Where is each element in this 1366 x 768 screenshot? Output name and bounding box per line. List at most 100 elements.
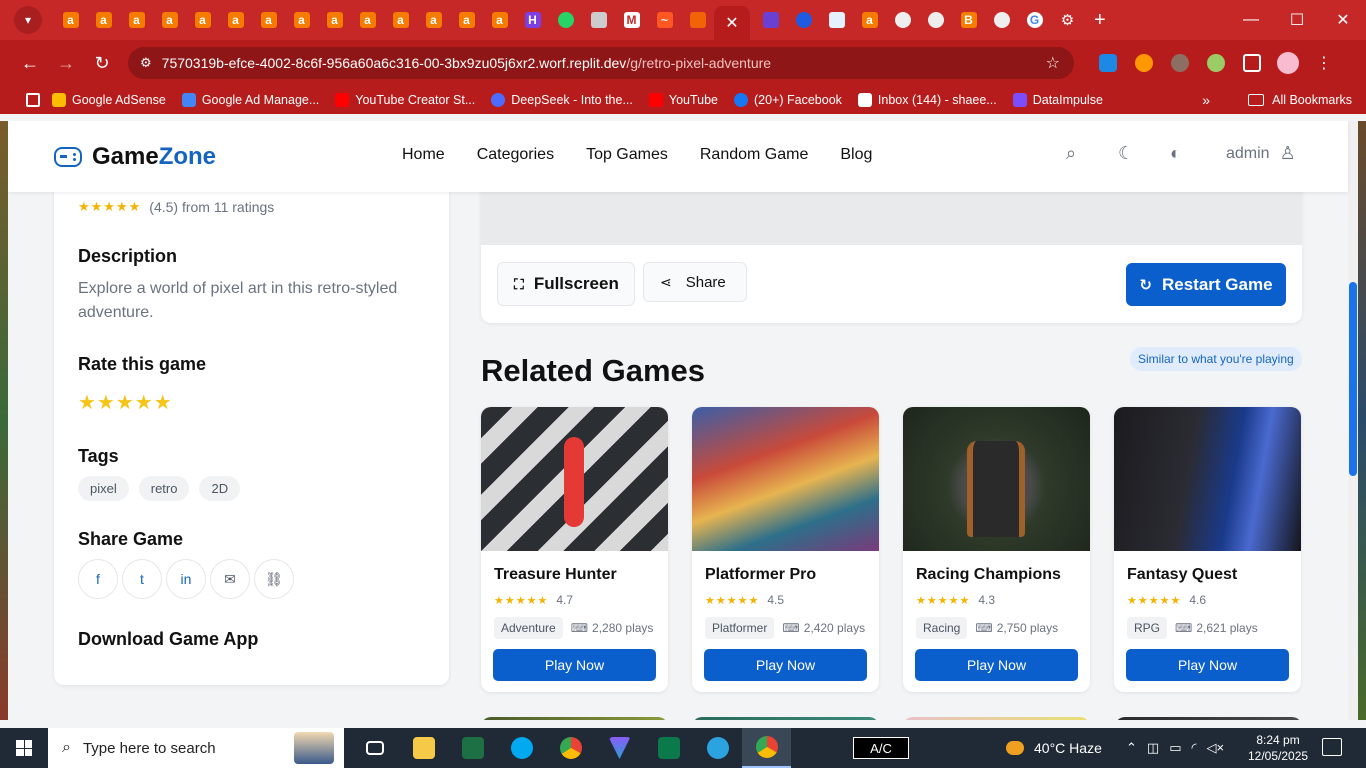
copy-link-icon[interactable]: ⛓ — [254, 559, 294, 599]
reload-icon[interactable]: ↻ — [84, 53, 120, 74]
tab-favicon-chrome[interactable] — [919, 0, 952, 40]
game-thumbnail[interactable] — [1114, 407, 1301, 551]
all-bookmarks[interactable]: All Bookmarks — [1248, 93, 1352, 107]
tab-search-button[interactable]: ▾ — [14, 6, 42, 34]
browser-menu-icon[interactable]: ⋮ — [1306, 53, 1342, 73]
site-logo[interactable]: Game Zone — [54, 143, 216, 171]
tab-favicon-a[interactable]: a — [384, 0, 417, 40]
start-windows-icon[interactable] — [0, 740, 48, 756]
more-bookmarks-icon[interactable]: » — [1202, 92, 1210, 108]
tag-chip[interactable]: 2D — [199, 476, 241, 501]
new-tab-icon[interactable]: + — [1094, 9, 1106, 32]
tab-favicon-settings[interactable]: ⚙ — [1051, 0, 1084, 40]
extension-icon[interactable] — [1198, 54, 1234, 72]
game-title[interactable]: Fantasy Quest — [1127, 566, 1237, 584]
meet-now-icon[interactable]: ◫ — [1147, 740, 1159, 756]
taskbar-clock[interactable]: 8:24 pm 12/05/2025 — [1248, 732, 1308, 764]
theme-palette-icon[interactable]: ◐ — [1170, 143, 1222, 164]
tab-favicon-car[interactable] — [820, 0, 853, 40]
url-text[interactable]: 7570319b-efce-4002-8c6f-956a60a6c316-00-… — [162, 55, 771, 71]
task-view-icon[interactable] — [350, 728, 399, 768]
chrome-icon[interactable] — [546, 728, 595, 768]
tag-chip[interactable]: retro — [138, 476, 190, 501]
game-title[interactable]: Treasure Hunter — [494, 566, 617, 584]
tab-favicon-a[interactable]: a — [450, 0, 483, 40]
forward-icon[interactable]: → — [48, 53, 84, 74]
tab-favicon-a[interactable]: a — [318, 0, 351, 40]
file-explorer-icon[interactable] — [399, 728, 448, 768]
tab-favicon-a[interactable]: a — [285, 0, 318, 40]
weather-widget[interactable]: 40°C Haze — [1006, 740, 1102, 756]
nav-top-games[interactable]: Top Games — [586, 146, 668, 164]
volume-muted-icon[interactable]: ◁× — [1207, 740, 1225, 756]
dark-mode-moon-icon[interactable]: ☾ — [1118, 143, 1170, 164]
tab-favicon-a[interactable]: a — [153, 0, 186, 40]
bookmark-item[interactable]: DataImpulse — [1012, 93, 1103, 107]
apps-grid-icon[interactable] — [26, 93, 40, 107]
tab-favicon-a[interactable]: a — [219, 0, 252, 40]
bookmark-item[interactable]: Google Ad Manage... — [181, 93, 319, 107]
tab-favicon-a[interactable]: a — [87, 0, 120, 40]
active-tab-close-icon[interactable]: ✕ — [714, 6, 750, 40]
wifi-icon[interactable]: ◜ — [1192, 740, 1197, 756]
bookmark-item[interactable]: (20+) Facebook — [734, 93, 842, 107]
facebook-icon[interactable]: f — [78, 559, 118, 599]
restart-game-button[interactable]: ↻ Restart Game — [1126, 263, 1286, 306]
bookmark-item[interactable]: DeepSeek - Into the... — [491, 93, 633, 107]
ac-indicator[interactable]: A/C — [853, 737, 909, 759]
tab-favicon-link[interactable] — [787, 0, 820, 40]
tab-favicon-chrome[interactable] — [985, 0, 1018, 40]
linkedin-icon[interactable]: in — [166, 559, 206, 599]
tab-favicon-game[interactable] — [754, 0, 787, 40]
game-card[interactable]: Racing Champions ★★★★★ 4.3 Racing ⌨ 2,750 p… — [903, 407, 1090, 692]
game-card[interactable]: Treasure Hunter ★★★★★ 4.7 Adventure ⌨ 2,280… — [481, 407, 668, 692]
tab-favicon-whatsapp[interactable] — [549, 0, 582, 40]
tab-favicon-a[interactable]: a — [186, 0, 219, 40]
game-card[interactable]: Platformer Pro ★★★★★ 4.5 Platformer ⌨ 2,420… — [692, 407, 879, 692]
game-title[interactable]: Racing Champions — [916, 566, 1061, 584]
profile-avatar[interactable] — [1270, 52, 1306, 74]
nav-home[interactable]: Home — [402, 146, 445, 164]
search-icon[interactable]: ⌕ — [1066, 143, 1118, 164]
nav-blog[interactable]: Blog — [840, 146, 872, 164]
scrollbar-thumb[interactable] — [1349, 282, 1357, 476]
extension-icon[interactable] — [1162, 54, 1198, 72]
tab-favicon-a[interactable]: a — [54, 0, 87, 40]
tag-chip[interactable]: pixel — [78, 476, 129, 501]
bookmark-item[interactable]: YouTube Creator St... — [335, 93, 475, 107]
play-now-button[interactable]: Play Now — [704, 649, 867, 681]
rate-stars-input[interactable]: ★★★★★ — [78, 390, 173, 415]
taskbar-search[interactable]: ⌕ Type here to search — [48, 728, 344, 768]
tab-favicon-chart[interactable]: ~ — [648, 0, 681, 40]
tab-favicon-a[interactable]: a — [351, 0, 384, 40]
tab-favicon-a[interactable]: a — [853, 0, 886, 40]
tab-favicon-blank[interactable] — [582, 0, 615, 40]
tab-favicon-google[interactable]: G — [1018, 0, 1051, 40]
notifications-icon[interactable] — [1322, 738, 1342, 756]
nav-categories[interactable]: Categories — [477, 146, 554, 164]
minimize-icon[interactable]: — — [1228, 0, 1274, 40]
tab-favicon-blogger[interactable]: B — [952, 0, 985, 40]
game-card[interactable]: Fantasy Quest ★★★★★ 4.6 RPG ⌨ 2,621 plays P… — [1114, 407, 1301, 692]
tab-favicon-a[interactable]: a — [120, 0, 153, 40]
game-thumbnail[interactable] — [692, 407, 879, 551]
vpn-icon[interactable] — [595, 728, 644, 768]
tab-favicon-gmail[interactable]: M — [615, 0, 648, 40]
skype-icon[interactable] — [497, 728, 546, 768]
game-title[interactable]: Platformer Pro — [705, 566, 816, 584]
game-thumbnail[interactable] — [903, 407, 1090, 551]
address-bar[interactable]: ⚙ 7570319b-efce-4002-8c6f-956a60a6c316-0… — [128, 47, 1074, 79]
tab-favicon-chrome[interactable] — [886, 0, 919, 40]
tab-favicon-a[interactable]: a — [252, 0, 285, 40]
bookmark-star-icon[interactable]: ☆ — [1046, 53, 1060, 73]
twitter-icon[interactable]: t — [122, 559, 162, 599]
excel-icon[interactable] — [448, 728, 497, 768]
extension-icon[interactable] — [1126, 54, 1162, 72]
maximize-icon[interactable]: ☐ — [1274, 0, 1320, 40]
fullscreen-button[interactable]: ⛶ Fullscreen — [497, 262, 635, 306]
email-icon[interactable]: ✉ — [210, 559, 250, 599]
play-now-button[interactable]: Play Now — [1126, 649, 1289, 681]
chrome-profile-icon[interactable] — [742, 728, 791, 768]
app-gg-icon[interactable] — [644, 728, 693, 768]
share-button[interactable]: ⋖ Share — [643, 262, 747, 302]
